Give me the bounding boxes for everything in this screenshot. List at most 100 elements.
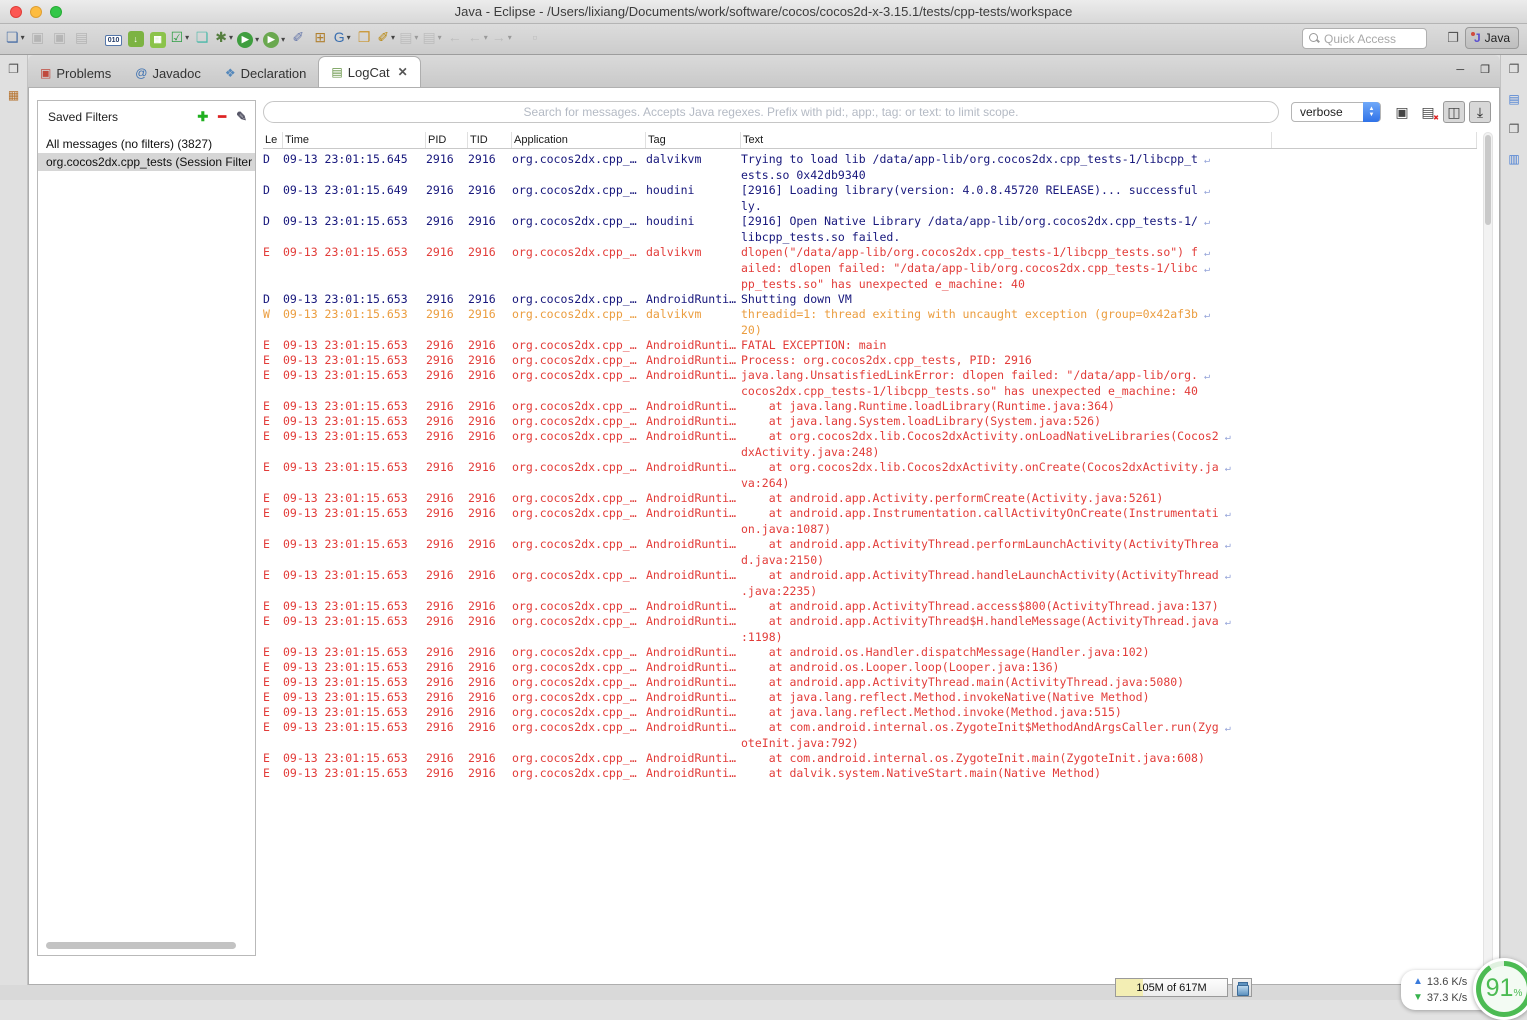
log-row[interactable]: E09-13 23:01:15.65329162916org.cocos2dx.… (263, 506, 1477, 537)
log-cell-tag: AndroidRunti… (646, 537, 741, 568)
run-button[interactable]: ▶▾ (235, 28, 261, 52)
log-row[interactable]: E09-13 23:01:15.65329162916org.cocos2dx.… (263, 368, 1477, 399)
column-header-le[interactable]: Le (263, 132, 283, 148)
outline-view-icon[interactable]: ▤ (1508, 93, 1519, 105)
next-annotation-icon: ▤ (422, 30, 435, 44)
binary-file-button[interactable]: 010 (103, 29, 125, 53)
log-row[interactable]: D09-13 23:01:15.64929162916org.cocos2dx.… (263, 183, 1477, 214)
log-row[interactable]: E09-13 23:01:15.65329162916org.cocos2dx.… (263, 751, 1477, 766)
display-saved-filters-view-button[interactable]: ◫ (1443, 101, 1465, 123)
remove-filter-button[interactable]: ━ (218, 109, 226, 125)
log-vertical-scrollbar[interactable] (1483, 132, 1493, 976)
log-cell-le: E (263, 429, 283, 460)
log-row[interactable]: E09-13 23:01:15.65329162916org.cocos2dx.… (263, 460, 1477, 491)
log-cell-text: at android.app.ActivityThread$H.handleMe… (741, 614, 1477, 645)
restore-minimized-view-2-icon[interactable]: ❐ (1509, 123, 1520, 135)
new-java-package-button[interactable]: ⊞ (309, 25, 331, 49)
filter-item[interactable]: All messages (no filters) (3827) (38, 135, 255, 153)
run-garbage-collector-button[interactable] (1232, 978, 1252, 997)
log-cell-le: E (263, 537, 283, 568)
new-wizard-button[interactable]: ❏▾ (4, 25, 27, 49)
junit-test-button[interactable]: ☑▾ (169, 25, 192, 49)
tab-logcat[interactable]: ▤LogCat✕ (318, 56, 420, 87)
new-android-project-button[interactable]: ❏ (191, 25, 213, 49)
log-row[interactable]: E09-13 23:01:15.65329162916org.cocos2dx.… (263, 414, 1477, 429)
log-row[interactable]: E09-13 23:01:15.65329162916org.cocos2dx.… (263, 245, 1477, 292)
log-cell-tag: AndroidRunti… (646, 599, 741, 614)
back-icon: ← (468, 30, 482, 44)
log-row[interactable]: E09-13 23:01:15.65329162916org.cocos2dx.… (263, 338, 1477, 353)
wrap-indicator-icon: ↵ (1198, 186, 1210, 197)
skip-breakpoints-button[interactable]: ✐ (287, 25, 309, 49)
log-row[interactable]: E09-13 23:01:15.65329162916org.cocos2dx.… (263, 645, 1477, 660)
log-row[interactable]: D09-13 23:01:15.65329162916org.cocos2dx.… (263, 214, 1477, 245)
log-cell-pid: 2916 (426, 399, 468, 414)
tab-declaration[interactable]: ❖Declaration (213, 59, 319, 87)
close-icon[interactable]: ✕ (398, 65, 408, 79)
logcat-search-input[interactable] (263, 101, 1279, 123)
log-row[interactable]: E09-13 23:01:15.65329162916org.cocos2dx.… (263, 429, 1477, 460)
filter-item[interactable]: org.cocos2dx.cpp_tests (Session Filter (38, 153, 255, 171)
add-filter-button[interactable]: ✚ (197, 109, 208, 125)
restore-minimized-view-icon[interactable]: ❐ (1509, 63, 1520, 75)
log-row[interactable]: E09-13 23:01:15.65329162916org.cocos2dx.… (263, 399, 1477, 414)
android-sdk-manager-button[interactable]: ↓ (125, 27, 147, 51)
minimize-window-button[interactable] (30, 6, 42, 18)
log-row[interactable]: E09-13 23:01:15.65329162916org.cocos2dx.… (263, 705, 1477, 720)
log-row[interactable]: E09-13 23:01:15.65329162916org.cocos2dx.… (263, 766, 1477, 781)
maximize-view-button[interactable]: ❐ (1480, 63, 1490, 76)
open-resource-button[interactable]: ❐ (353, 25, 375, 49)
close-window-button[interactable] (10, 6, 22, 18)
new-java-class-button[interactable]: G▾ (331, 25, 353, 49)
layout-view-icon[interactable]: ▥ (1508, 153, 1519, 165)
devices-view-icon[interactable]: ▦ (8, 89, 19, 101)
column-header-tid[interactable]: TID (468, 132, 512, 148)
log-row[interactable]: E09-13 23:01:15.65329162916org.cocos2dx.… (263, 675, 1477, 690)
log-cell-tag: AndroidRunti… (646, 368, 741, 399)
column-header-application[interactable]: Application (512, 132, 646, 148)
log-row[interactable]: E09-13 23:01:15.65329162916org.cocos2dx.… (263, 690, 1477, 705)
log-cell-le: D (263, 183, 283, 214)
debug-button[interactable]: ✱▾ (213, 25, 235, 49)
log-row[interactable]: E09-13 23:01:15.65329162916org.cocos2dx.… (263, 720, 1477, 751)
log-row[interactable]: W09-13 23:01:15.65329162916org.cocos2dx.… (263, 307, 1477, 338)
minimize-view-button[interactable]: ─ (1456, 63, 1464, 76)
log-row[interactable]: E09-13 23:01:15.65329162916org.cocos2dx.… (263, 353, 1477, 368)
save-log-button[interactable]: ▣ (1391, 101, 1413, 123)
android-avd-manager-button[interactable]: ▦ (147, 28, 169, 52)
restore-minimized-view-icon[interactable]: ❐ (8, 63, 19, 75)
column-header-time[interactable]: Time (283, 132, 426, 148)
log-row[interactable]: E09-13 23:01:15.65329162916org.cocos2dx.… (263, 537, 1477, 568)
log-row[interactable]: E09-13 23:01:15.65329162916org.cocos2dx.… (263, 660, 1477, 675)
wrap-indicator-icon: ↵ (1219, 571, 1231, 582)
open-perspective-button[interactable]: ❐ (1447, 30, 1459, 46)
log-row[interactable]: E09-13 23:01:15.65329162916org.cocos2dx.… (263, 614, 1477, 645)
log-cell-time: 09-13 23:01:15.653 (283, 568, 426, 599)
log-row[interactable]: D09-13 23:01:15.64529162916org.cocos2dx.… (263, 152, 1477, 183)
log-cell-pid: 2916 (426, 751, 468, 766)
search-button[interactable]: ✐▾ (375, 25, 397, 49)
log-row[interactable]: E09-13 23:01:15.65329162916org.cocos2dx.… (263, 599, 1477, 614)
zoom-window-button[interactable] (50, 6, 62, 18)
log-cell-app: org.cocos2dx.cpp_… (512, 460, 646, 491)
log-level-select[interactable]: verbose ▲▼ (1291, 102, 1381, 122)
autoscroll-button[interactable]: ⤓ (1469, 101, 1491, 123)
column-header-text[interactable]: Text (741, 132, 1272, 148)
quick-access[interactable] (1302, 28, 1427, 49)
scrollbar-thumb[interactable] (1485, 135, 1491, 225)
column-header-tag[interactable]: Tag (646, 132, 741, 148)
log-row[interactable]: E09-13 23:01:15.65329162916org.cocos2dx.… (263, 568, 1477, 599)
filters-horizontal-scrollbar[interactable] (46, 942, 236, 949)
log-row[interactable]: E09-13 23:01:15.65329162916org.cocos2dx.… (263, 491, 1477, 506)
log-row[interactable]: D09-13 23:01:15.65329162916org.cocos2dx.… (263, 292, 1477, 307)
tab-javadoc[interactable]: @Javadoc (123, 59, 213, 87)
column-header-pid[interactable]: PID (426, 132, 468, 148)
log-cell-pid: 2916 (426, 690, 468, 705)
edit-filter-button[interactable]: ✎ (236, 109, 247, 125)
quick-access-input[interactable] (1324, 32, 1414, 46)
run-external-tools-button[interactable]: ▶▾ (261, 28, 287, 52)
clear-log-button[interactable]: ▤ (1417, 101, 1439, 123)
java-perspective-button[interactable]: J Java (1465, 27, 1519, 49)
tab-problems[interactable]: ▣Problems (28, 59, 123, 87)
left-minimized-view-bar: ❐▦ (0, 55, 28, 1000)
